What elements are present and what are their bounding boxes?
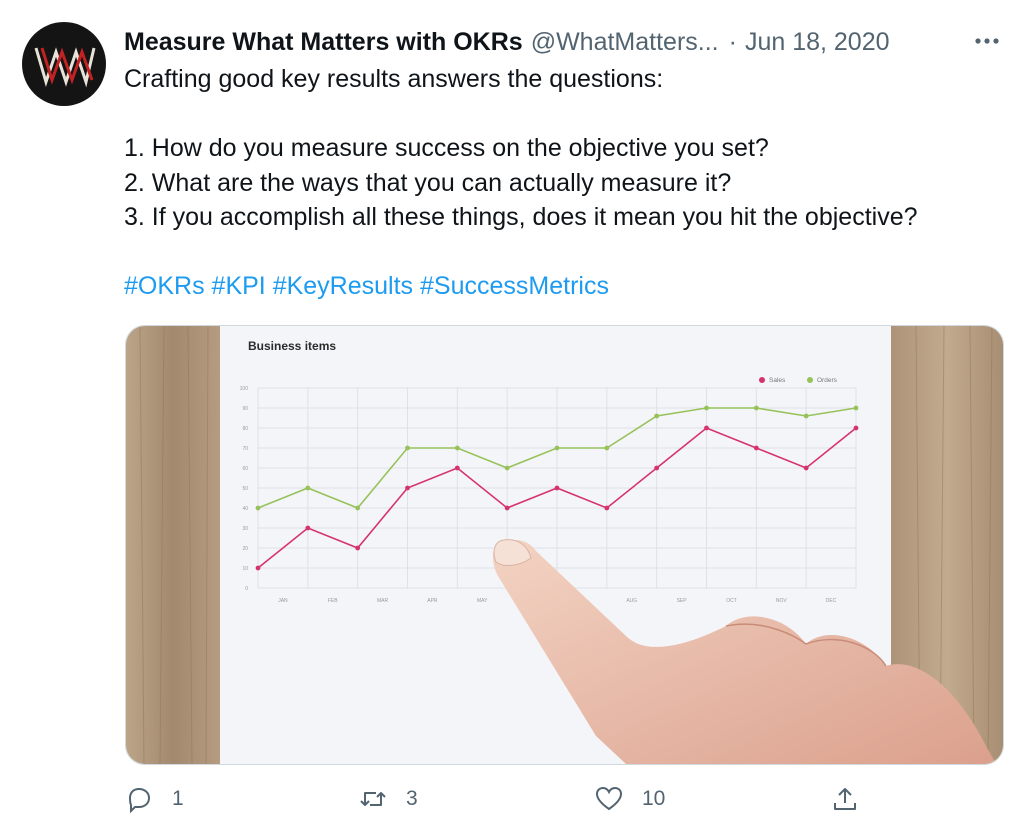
chart-photo: Business items 0 10 20 30 40 50 60 70 80 90 100 JAN… xyxy=(126,326,1003,764)
retweet-count: 3 xyxy=(406,787,418,810)
data-point-sales xyxy=(454,465,460,471)
data-point-orders xyxy=(305,485,311,491)
avatar-logo-icon xyxy=(34,47,96,88)
data-point-sales xyxy=(305,525,311,531)
y-tick-label: 10 xyxy=(242,566,248,572)
x-tick-label: MAY xyxy=(477,598,488,604)
y-tick-label: 60 xyxy=(242,466,248,472)
header-separator: · xyxy=(728,27,737,56)
data-point-sales xyxy=(753,445,759,451)
like-count: 10 xyxy=(642,787,666,810)
data-point-orders xyxy=(704,405,709,411)
hashtag-successmetrics[interactable]: #SuccessMetrics xyxy=(420,272,609,300)
question-1: 1. How do you measure success on the obj… xyxy=(124,134,769,162)
x-tick-label: OCT xyxy=(726,598,737,604)
data-point-orders xyxy=(853,405,859,411)
y-tick-label: 80 xyxy=(242,426,248,432)
y-tick-label: 70 xyxy=(242,446,248,452)
legend-marker-orders xyxy=(807,377,813,383)
data-point-sales xyxy=(853,425,859,431)
y-tick-label: 50 xyxy=(242,486,248,492)
x-tick-label: AUG xyxy=(626,598,637,604)
hashtag-keyresults[interactable]: #KeyResults xyxy=(273,272,413,300)
y-tick-label: 20 xyxy=(242,546,248,552)
x-tick-label: NOV xyxy=(776,598,788,604)
x-tick-label: SEP xyxy=(677,598,688,604)
data-point-orders xyxy=(355,505,361,511)
tweet-media-image[interactable]: Business items 0 10 20 30 40 50 60 70 80 90 100 JAN… xyxy=(125,325,1004,765)
legend-label-orders: Orders xyxy=(817,377,838,384)
data-point-orders xyxy=(454,445,460,451)
more-options-button[interactable] xyxy=(972,26,1002,56)
author-handle[interactable]: @WhatMatters... xyxy=(531,28,719,57)
x-tick-label: MAR xyxy=(377,598,389,604)
data-point-sales xyxy=(554,485,560,491)
x-tick-label: JAN xyxy=(278,598,288,604)
data-point-sales xyxy=(654,465,660,471)
question-3: 3. If you accomplish all these things, d… xyxy=(124,203,918,231)
y-tick-label: 90 xyxy=(242,406,248,412)
retweet-button[interactable]: 3 xyxy=(358,784,418,814)
x-tick-label: DEC xyxy=(826,598,837,604)
reply-button[interactable]: 1 xyxy=(124,784,184,814)
question-2: 2. What are the ways that you can actual… xyxy=(124,168,732,197)
data-point-orders xyxy=(255,505,261,511)
reply-icon xyxy=(128,787,151,814)
x-tick-label: FEB xyxy=(328,598,338,604)
legend-label-sales: Sales xyxy=(769,377,786,384)
data-point-sales xyxy=(255,565,261,571)
like-button[interactable]: 10 xyxy=(594,784,665,814)
share-icon xyxy=(834,788,856,810)
data-point-orders xyxy=(803,413,809,419)
chart-title: Business items xyxy=(248,339,336,353)
tweet[interactable]: Measure What Matters with OKRs @WhatMatt… xyxy=(0,0,1024,840)
share-button[interactable] xyxy=(830,784,860,814)
y-tick-label: 30 xyxy=(242,526,248,532)
retweet-icon xyxy=(360,792,386,806)
tweet-text: Crafting good key results answers the qu… xyxy=(124,62,1004,304)
hashtag-okrs[interactable]: #OKRs xyxy=(124,272,205,300)
hashtag-list: #OKRs #KPI #KeyResults #SuccessMetrics xyxy=(124,269,1004,304)
heart-icon xyxy=(595,786,623,811)
hashtag-kpi[interactable]: #KPI xyxy=(212,272,266,300)
data-point-sales xyxy=(803,465,809,471)
tweet-header: Measure What Matters with OKRs @WhatMatt… xyxy=(124,24,1008,60)
data-point-sales xyxy=(604,505,610,511)
data-point-orders xyxy=(654,413,660,419)
tweet-actions: 1 3 10 xyxy=(124,784,864,824)
legend-marker-sales xyxy=(759,377,765,383)
data-point-sales xyxy=(405,485,410,491)
y-tick-label: 40 xyxy=(242,506,248,512)
reply-count: 1 xyxy=(172,787,184,810)
more-dots-icon xyxy=(975,38,999,44)
author-avatar[interactable] xyxy=(22,22,106,106)
y-tick-label: 0 xyxy=(245,586,248,592)
tweet-intro: Crafting good key results answers the qu… xyxy=(124,65,664,93)
data-point-orders xyxy=(554,445,560,451)
tweet-date[interactable]: Jun 18, 2020 xyxy=(745,28,890,57)
data-point-orders xyxy=(405,445,410,451)
data-point-orders xyxy=(753,405,759,411)
data-point-sales xyxy=(504,505,510,511)
data-point-sales xyxy=(704,425,709,431)
data-point-sales xyxy=(355,545,361,551)
data-point-orders xyxy=(504,465,510,471)
y-tick-label: 100 xyxy=(240,386,249,392)
data-point-orders xyxy=(604,445,610,451)
x-tick-label: APR xyxy=(427,598,438,604)
author-name[interactable]: Measure What Matters with OKRs xyxy=(124,28,523,57)
